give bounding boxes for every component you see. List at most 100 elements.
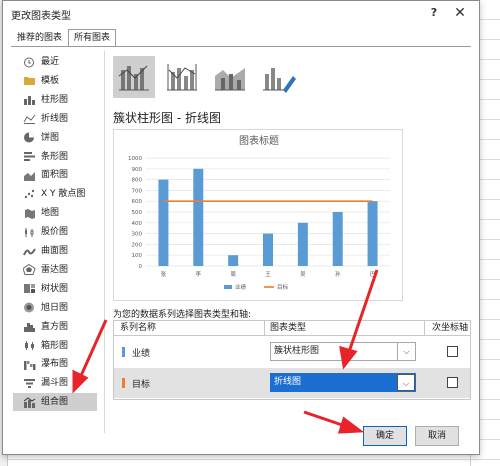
help-button[interactable]: ? [425,4,443,22]
sidebar-item-waterfall-chart[interactable]: 瀑布图 [13,355,97,373]
y-tick-label: 100 [132,253,143,259]
series-color-swatch [122,347,125,357]
map-chart-icon [23,208,36,219]
variant-custom-combination[interactable] [257,56,299,98]
sidebar-item-label: 箱形图 [41,340,69,351]
bar-孙 [332,212,343,266]
tab-all-charts[interactable]: 所有图表 [68,29,117,47]
y-tick-label: 500 [132,210,143,216]
sidebar-item-combo-chart[interactable]: 组合图 [13,393,97,412]
sidebar-item-map-chart[interactable]: 地图 [13,204,97,222]
chevron-down-icon[interactable]: ⌵ [397,374,415,391]
sidebar-item-column-chart[interactable]: 柱形图 [13,91,97,109]
sidebar-item-label: X Y 散点图 [41,189,86,200]
stock-chart-icon [23,227,36,238]
bar-王 [263,233,273,266]
chart-type-select[interactable]: 簇状柱形图 ⌵ [270,342,416,361]
sidebar-item-area-chart[interactable]: 面积图 [13,166,97,184]
sidebar-item-scatter-chart[interactable]: X Y 散点图 [13,185,97,203]
secondary-axis-checkbox[interactable] [447,377,458,388]
x-tick-label: 张 [161,270,167,278]
tab-divider [11,46,471,47]
sidebar-item-label: 面积图 [41,170,69,181]
series-row[interactable]: 业绩 簇状柱形图 ⌵ [114,337,470,367]
sidebar-item-boxwhisker-chart[interactable]: 箱形图 [13,337,97,355]
ok-button[interactable]: 确定 [363,426,407,446]
sidebar-item-label: 饼图 [41,132,60,143]
sidebar-item-label: 最近 [41,57,60,67]
area-chart-icon [23,170,36,181]
sidebar-item-histogram-chart[interactable]: 直方图 [13,318,97,336]
series-name: 目标 [132,380,151,390]
chart-type-sidebar: 最近模板 柱形图折线图饼图条形图面积图 X Y 散点图 地图股价图 曲面图 雷达图树状图旭… [13,51,97,412]
bar-巴 [367,201,378,266]
sidebar-item-funnel-chart[interactable]: 漏斗图 [13,374,97,392]
change-chart-type-dialog: 更改图表类型 ? ✕ 推荐的图表 所有图表 最近 模板 柱形图 折线图 饼图 条形图 面积图… [2,0,480,455]
chart-type-select[interactable]: 折线图 ⌵ [270,373,416,392]
sidebar-item-label: 折线图 [41,113,69,124]
header-secondary-axis: 次坐标轴 [432,321,469,335]
variant-column-line-secondary-axis[interactable] [161,56,203,98]
variant-clustered-column-line[interactable] [113,56,155,98]
sidebar-item-label: 组合图 [41,397,69,408]
sidebar-item-label: 旭日图 [41,302,69,313]
waterfall-chart-icon [23,359,36,370]
sidebar-item-label: 漏斗图 [41,378,69,389]
series-color-swatch [122,378,125,388]
variant-stacked-area-column[interactable] [209,56,251,98]
cancel-button[interactable]: 取消 [415,426,459,446]
sidebar-item-label: 树状图 [41,283,69,294]
sidebar-item-folder[interactable]: 模板 [13,72,97,90]
y-tick-label: 300 [132,232,143,238]
sunburst-chart-icon [23,302,36,313]
sidebar-item-pie-chart[interactable]: 饼图 [13,129,97,147]
x-tick-label: 李 [196,270,202,278]
header-chart-type: 图表类型 [270,321,307,335]
combo-chart-icon [23,397,36,408]
dialog-titlebar: 更改图表类型 ? ✕ [3,1,479,25]
y-tick-label: 700 [132,188,143,194]
bar-张 [158,179,169,266]
scatter-chart-icon [23,189,36,200]
column-line-secondary-axis-icon [167,64,197,91]
header-divider [424,321,425,335]
y-tick-label: 1000 [128,156,142,162]
sidebar-item-label: 地图 [41,208,60,219]
stacked-area-column-icon [215,68,245,91]
x-tick-label: 孙 [335,270,341,278]
sidebar-item-recent[interactable]: 最近 [13,53,97,71]
y-tick-label: 900 [132,167,143,173]
header-underline [114,335,470,336]
dialog-title: 更改图表类型 [11,11,71,22]
sidebar-item-surface-chart[interactable]: 曲面图 [13,242,97,260]
treemap-chart-icon [23,283,36,294]
pie-chart-icon [23,132,36,143]
sidebar-item-bar-chart[interactable]: 条形图 [13,148,97,166]
sidebar-item-line-chart[interactable]: 折线图 [13,110,97,128]
chart-preview-svg: 图表标题 0 100 200 300 400 500 600 700 800 900 1000 张 李 周 王… [128,134,390,291]
legend-label: 业绩 [235,283,247,291]
sidebar-item-label: 直方图 [41,321,69,332]
tab-recommended-charts[interactable]: 推荐的图表 [11,29,68,47]
header-series-name: 系列名称 [120,321,157,335]
chart-type-select-value: 簇状柱形图 [274,346,320,356]
chevron-down-icon[interactable]: ⌵ [397,343,415,360]
secondary-axis-checkbox[interactable] [447,346,458,357]
sidebar-item-stock-chart[interactable]: 股价图 [13,223,97,241]
tab-bar: 推荐的图表 所有图表 [11,29,117,47]
y-tick-label: 600 [132,199,143,205]
sidebar-item-sunburst-chart[interactable]: 旭日图 [13,299,97,317]
recent-icon [23,57,36,68]
chart-type-select-value: 折线图 [274,377,302,387]
folder-icon [23,75,36,86]
sidebar-item-label: 条形图 [41,151,69,162]
histogram-chart-icon [23,321,36,333]
boxwhisker-chart-icon [23,340,36,351]
bar-吴 [297,222,308,266]
sidebar-item-treemap-chart[interactable]: 树状图 [13,280,97,298]
x-tick-label: 吴 [300,271,306,278]
sidebar-item-radar-chart[interactable]: 雷达图 [13,261,97,279]
series-row[interactable]: 目标 折线图 ⌵ [114,368,470,398]
close-button[interactable]: ✕ [451,4,469,22]
series-prompt: 为您的数据系列选择图表类型和轴: [113,310,252,320]
